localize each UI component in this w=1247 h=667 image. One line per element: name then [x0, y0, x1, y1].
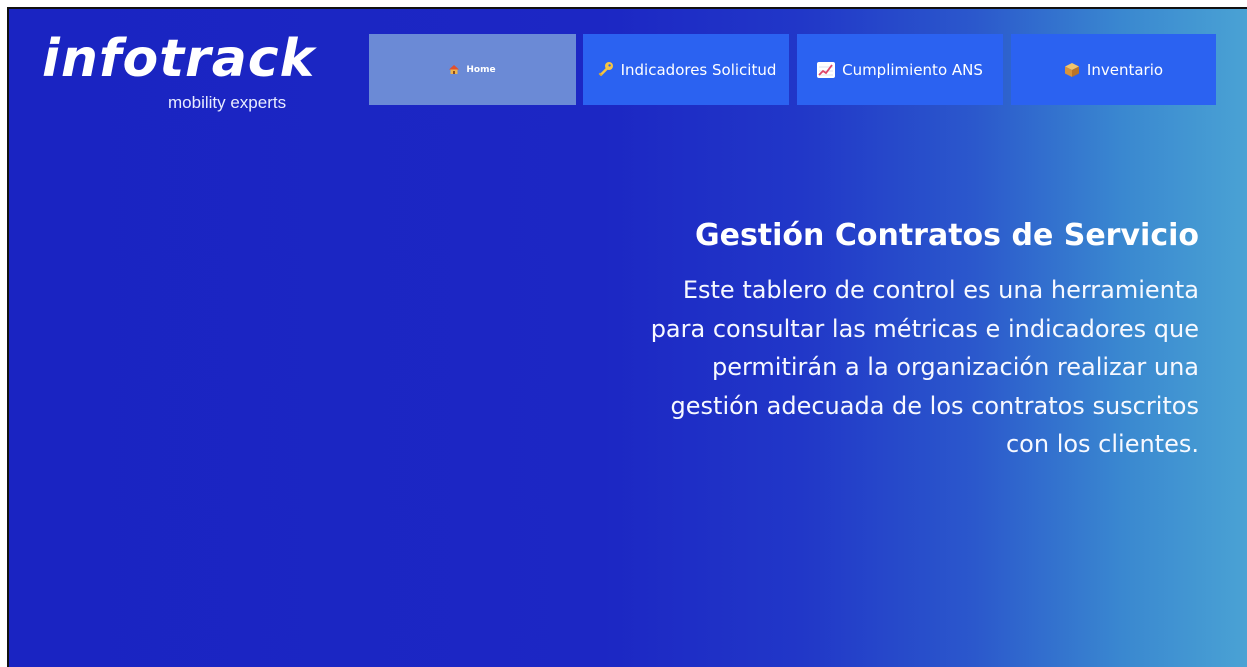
hero-description: Este tablero de control es una herramien…: [499, 271, 1199, 464]
hero-section: Gestión Contratos de Servicio Este table…: [499, 215, 1199, 464]
hero-description-line: permitirán a la organización realizar un…: [711, 353, 1199, 381]
tab-indicadores-solicitud[interactable]: Indicadores Solicitud: [583, 34, 789, 105]
brand-name: infotrack: [42, 29, 316, 89]
hero-description-line: gestión adecuada de los contratos suscri…: [670, 391, 1199, 420]
tab-indicadores-solicitud-label: Indicadores Solicitud: [620, 60, 777, 79]
package-icon: [1064, 62, 1080, 78]
tab-cumplimiento-ans[interactable]: Cumplimiento ANS: [797, 34, 1003, 105]
tab-cumplimiento-ans-label: Cumplimiento ANS: [842, 60, 983, 79]
hero-description-line: para consultar las métricas e indicadore…: [650, 314, 1199, 343]
house-icon: [449, 65, 460, 74]
chart-increasing-icon: [817, 61, 836, 78]
tab-home-label: Home: [466, 64, 496, 75]
hero-description-line: con los clientes.: [1005, 430, 1199, 458]
page-title: Gestión Contratos de Servicio: [694, 218, 1199, 253]
hero-description-line: Este tablero de control es una herramien…: [682, 276, 1199, 304]
tab-inventario[interactable]: Inventario: [1011, 34, 1216, 105]
tab-inventario-label: Inventario: [1086, 60, 1164, 79]
tab-home[interactable]: Home: [369, 34, 576, 105]
brand-tagline: mobility experts: [168, 93, 287, 112]
key-icon: [596, 61, 614, 79]
brand-logo[interactable]: infotrack mobility experts: [42, 27, 342, 127]
page-frame: infotrack mobility experts Home Indicado…: [7, 7, 1247, 667]
